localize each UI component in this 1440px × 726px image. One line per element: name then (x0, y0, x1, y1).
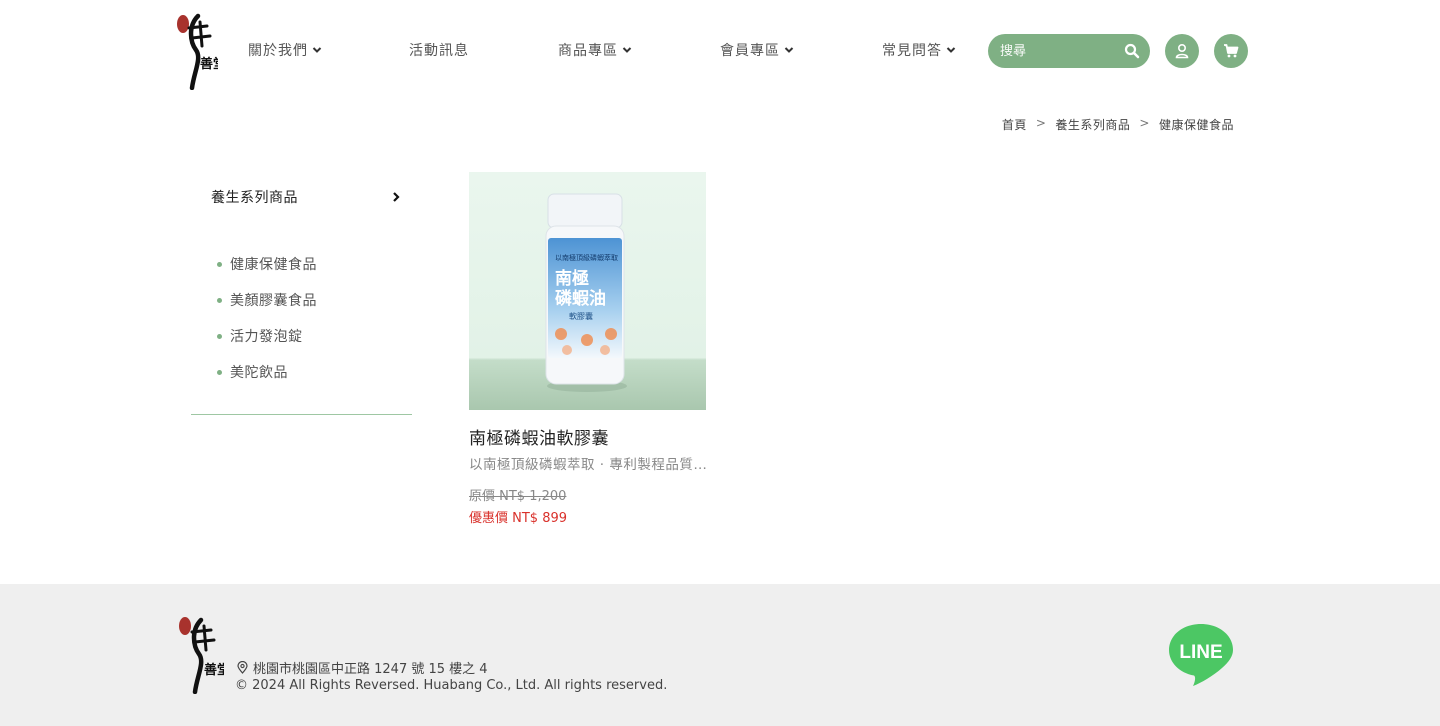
search-icon[interactable] (1124, 43, 1140, 59)
product-original-price: 原價 NT$ 1,200 (469, 489, 567, 504)
chevron-down-icon (784, 47, 794, 53)
chevron-down-icon (946, 47, 956, 53)
nav-products-label: 商品專區 (558, 43, 618, 59)
svg-text:以南極頂級磷蝦萃取: 以南極頂級磷蝦萃取 (555, 253, 618, 262)
sidebar-item-beauty[interactable]: 美顏膠囊食品 (217, 282, 317, 318)
sidebar-item-label: 健康保健食品 (230, 257, 317, 273)
svg-text:善堂: 善堂 (200, 56, 218, 72)
footer-logo[interactable]: 善堂 (176, 616, 224, 694)
breadcrumb-home[interactable]: 首頁 (1002, 116, 1027, 133)
sidebar-heading[interactable]: 養生系列商品 (211, 187, 401, 207)
nav-events-label: 活動訊息 (409, 43, 469, 59)
search-input[interactable] (1000, 43, 1124, 59)
bullet-dot (217, 333, 222, 339)
user-icon (1175, 43, 1189, 59)
sidebar-item-label: 美陀飲品 (230, 365, 288, 381)
sidebar-item-drinks[interactable]: 美陀飲品 (217, 354, 317, 390)
breadcrumb: 首頁 > 養生系列商品 > 健康保健食品 (1002, 116, 1234, 133)
nav-events[interactable]: 活動訊息 (409, 40, 469, 60)
account-button[interactable] (1165, 34, 1199, 68)
bullet-dot (217, 297, 222, 303)
footer-address: 桃園市桃園區中正路 1247 號 15 樓之 4 (236, 658, 488, 677)
footer-address-text: 桃園市桃園區中正路 1247 號 15 樓之 4 (253, 662, 488, 677)
product-bottle-illustration: 以南極頂級磷蝦萃取 南極 磷蝦油 軟膠囊 (469, 172, 706, 410)
category-sidebar: 養生系列商品 健康保健食品 美顏膠囊食品 活力發泡錠 美陀飲品 (191, 172, 412, 415)
nav-members[interactable]: 會員專區 (720, 40, 794, 60)
product-description: 以南極頂級磷蝦萃取 · 專利製程品質保證 (469, 457, 707, 473)
nav-members-label: 會員專區 (720, 43, 780, 59)
nav-faq-label: 常見問答 (882, 43, 942, 59)
sidebar-list: 健康保健食品 美顏膠囊食品 活力發泡錠 美陀飲品 (217, 246, 317, 390)
sidebar-item-label: 美顏膠囊食品 (230, 293, 317, 309)
svg-text:LINE: LINE (1179, 642, 1222, 663)
sidebar-item-health[interactable]: 健康保健食品 (217, 246, 317, 282)
product-image[interactable]: 以南極頂級磷蝦萃取 南極 磷蝦油 軟膠囊 (469, 172, 706, 410)
cart-icon (1224, 44, 1239, 58)
bullet-dot (217, 369, 222, 375)
sidebar-heading-label: 養生系列商品 (211, 190, 298, 206)
chevron-down-icon (622, 47, 632, 53)
search-bar (988, 34, 1150, 68)
cart-button[interactable] (1214, 34, 1248, 68)
chevron-down-icon (312, 47, 322, 53)
product-card[interactable]: 以南極頂級磷蝦萃取 南極 磷蝦油 軟膠囊 南極磷蝦油軟膠囊 以南極頂級磷蝦萃取 … (469, 172, 707, 526)
breadcrumb-category[interactable]: 養生系列商品 (1055, 116, 1130, 133)
svg-text:軟膠囊: 軟膠囊 (569, 311, 593, 321)
nav-about[interactable]: 關於我們 (248, 40, 322, 60)
chevron-right-icon (393, 192, 400, 202)
svg-text:善堂: 善堂 (204, 662, 224, 678)
site-header: 善堂 關於我們 活動訊息 商品專區 會員專區 常見問答 (0, 0, 1440, 100)
site-footer: 善堂 桃園市桃園區中正路 1247 號 15 樓之 4 © 2024 All R… (0, 584, 1440, 726)
line-icon[interactable]: LINE (1167, 622, 1235, 688)
location-pin-icon (237, 661, 248, 674)
svg-text:南極: 南極 (555, 268, 589, 289)
product-name[interactable]: 南極磷蝦油軟膠囊 (469, 424, 707, 449)
nav-about-label: 關於我們 (248, 43, 308, 59)
breadcrumb-current: 健康保健食品 (1158, 118, 1234, 132)
sidebar-item-label: 活力發泡錠 (230, 329, 303, 345)
product-sale-price: 優惠價 NT$ 899 (469, 511, 568, 526)
breadcrumb-separator: > (1139, 116, 1150, 130)
brand-logo[interactable]: 善堂 (174, 12, 218, 90)
bullet-dot (217, 261, 222, 267)
nav-faq[interactable]: 常見問答 (882, 40, 956, 60)
breadcrumb-separator: > (1035, 116, 1047, 130)
svg-text:磷蝦油: 磷蝦油 (555, 288, 606, 309)
footer-copyright: © 2024 All Rights Reversed. Huabang Co.,… (235, 678, 668, 693)
nav-products[interactable]: 商品專區 (558, 40, 632, 60)
sidebar-item-effervescent[interactable]: 活力發泡錠 (217, 318, 317, 354)
